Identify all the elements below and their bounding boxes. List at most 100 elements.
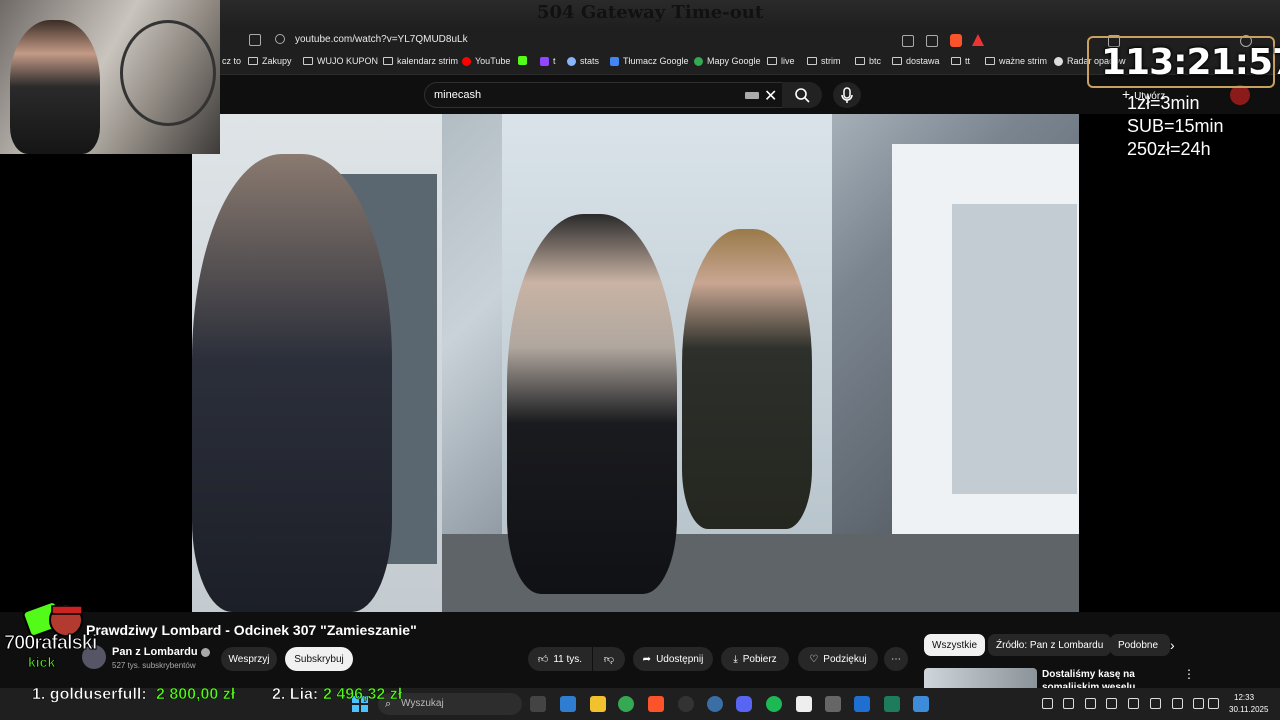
folder-icon xyxy=(767,57,777,65)
error-page-title: 504 Gateway Time-out xyxy=(537,2,764,23)
keyboard-icon[interactable] xyxy=(745,92,759,99)
bluetooth-icon[interactable] xyxy=(1085,698,1096,709)
voice-search-button[interactable] xyxy=(833,82,861,108)
bookmark-item[interactable]: t xyxy=(540,56,556,66)
recommendation-title[interactable]: Dostaliśmy kasę na somalijskim weselu xyxy=(1042,668,1182,688)
folder-icon xyxy=(807,57,817,65)
network-icon[interactable] xyxy=(1193,698,1204,709)
bookmark-icon[interactable] xyxy=(249,34,261,46)
task-view-icon[interactable] xyxy=(530,696,546,712)
verified-icon xyxy=(200,647,210,657)
chip-all[interactable]: Wszystkie xyxy=(924,634,985,656)
chip-similar[interactable]: Podobne xyxy=(1110,634,1170,656)
bookmark-item[interactable]: Mapy Google xyxy=(694,56,761,66)
app-icon[interactable] xyxy=(884,696,900,712)
microphone-icon xyxy=(841,87,853,103)
bookmark-item[interactable]: Zakupy xyxy=(248,56,292,66)
webcam-bike-wheel xyxy=(120,20,216,126)
twitch-icon xyxy=(540,56,549,66)
bookmark-item[interactable]: YouTube xyxy=(462,56,510,66)
notepad-icon[interactable] xyxy=(913,696,929,712)
download-icon: ⤓ xyxy=(733,653,738,665)
calculator-icon[interactable] xyxy=(825,696,841,712)
timer-rule: 250zł=24h xyxy=(1127,139,1211,159)
url-text[interactable]: youtube.com/watch?v=YL7QMUD8uLk xyxy=(295,34,468,45)
tray-icon[interactable] xyxy=(1106,698,1117,709)
file-explorer-icon[interactable] xyxy=(590,696,606,712)
video-letterbox-right xyxy=(1079,114,1280,612)
bookmark-item[interactable]: strim xyxy=(807,56,841,66)
site-info-icon[interactable] xyxy=(275,34,285,44)
microphone-icon[interactable] xyxy=(1172,698,1183,709)
subscribe-button[interactable]: Subskrybuj xyxy=(285,647,353,671)
share-arrow-icon: ➦ xyxy=(642,653,652,665)
stats-icon xyxy=(567,56,576,66)
bookmark-item[interactable] xyxy=(518,56,531,65)
video-person-left xyxy=(192,154,392,612)
bookmark-item[interactable]: kalendarz strim xyxy=(383,56,458,66)
tray-icon[interactable] xyxy=(1150,698,1161,709)
heart-dollar-icon: ♡ xyxy=(809,653,819,665)
obs-icon[interactable] xyxy=(678,696,694,712)
app-icon[interactable] xyxy=(707,696,723,712)
volume-icon[interactable] xyxy=(1208,698,1219,709)
discord-icon[interactable] xyxy=(736,696,752,712)
video-person-center xyxy=(507,214,677,594)
bookmark-item[interactable]: live xyxy=(767,56,795,66)
tray-icon[interactable] xyxy=(1042,698,1053,709)
subathon-timer: 113:21:57 xyxy=(1101,42,1280,83)
bookmark-item[interactable]: ważne strim xyxy=(985,56,1047,66)
video-player[interactable] xyxy=(192,114,1079,612)
top-donor-name: 1. golduserfull: xyxy=(32,686,147,704)
share-icon[interactable] xyxy=(926,35,938,47)
timer-rule: 1zł=3min xyxy=(1127,93,1200,113)
kick-icon xyxy=(518,56,527,65)
taskbar-date[interactable]: 30.11.2025 xyxy=(1229,705,1268,714)
bookmark-item[interactable]: WUJO KUPON xyxy=(303,56,378,66)
app-icon[interactable] xyxy=(854,696,870,712)
folder-icon xyxy=(248,57,258,65)
download-button[interactable]: ⤓ Pobierz xyxy=(721,647,789,671)
spotify-icon[interactable] xyxy=(766,696,782,712)
chip-source[interactable]: Źródło: Pan z Lombardu xyxy=(988,634,1112,656)
kick-platform-label: kick xyxy=(28,654,56,671)
webcam-feed xyxy=(0,0,220,154)
timer-rule: SUB=15min xyxy=(1127,116,1224,136)
more-actions-button[interactable]: ⋯ xyxy=(884,647,908,671)
dislike-button[interactable]: 👎︎ xyxy=(593,647,625,671)
taskbar-time[interactable]: 12:33 xyxy=(1234,693,1254,702)
bookmark-item[interactable]: dostawa xyxy=(892,56,940,66)
top-donor-amount: 2 496,32 zł xyxy=(323,686,403,704)
chevron-right-icon[interactable]: › xyxy=(1170,637,1175,653)
more-vertical-icon[interactable]: ⋮ xyxy=(1183,667,1195,681)
chrome-icon[interactable] xyxy=(618,696,634,712)
webcam-streamer xyxy=(10,20,100,154)
tray-icon[interactable] xyxy=(1063,698,1074,709)
thanks-button[interactable]: ♡ Podziękuj xyxy=(798,647,878,671)
bookmark-item[interactable]: stats xyxy=(567,56,599,66)
kick-channel-name: 700rafalski xyxy=(3,632,97,655)
avatar[interactable] xyxy=(1230,85,1250,105)
top-donor-amount: 2 800,00 zł xyxy=(156,686,236,704)
cast-icon[interactable] xyxy=(902,35,914,47)
bookmark-item[interactable]: btc xyxy=(855,56,881,66)
channel-name[interactable]: Pan z Lombardu xyxy=(112,646,210,658)
share-button[interactable]: ➦ Udostępnij xyxy=(633,647,713,671)
app-icon[interactable] xyxy=(796,696,812,712)
bookmark-item[interactable]: Tłumacz Google xyxy=(610,56,689,66)
clear-search-icon[interactable]: ✕ xyxy=(764,86,777,106)
taskbar-search-placeholder[interactable]: Wyszukaj xyxy=(401,698,444,709)
search-button[interactable] xyxy=(782,82,822,108)
brave-icon[interactable] xyxy=(648,696,664,712)
bookmark-item[interactable]: tt xyxy=(951,56,970,66)
tray-icon[interactable] xyxy=(1128,698,1139,709)
recommendation-thumbnail[interactable] xyxy=(924,668,1037,688)
like-button[interactable]: 👍︎ 11 tys. xyxy=(528,647,592,671)
bookmark-item[interactable]: cz to xyxy=(222,56,241,66)
folder-icon xyxy=(303,57,313,65)
video-person-right xyxy=(682,229,812,529)
support-button[interactable]: Wesprzyj xyxy=(221,647,277,671)
widgets-icon[interactable] xyxy=(560,696,576,712)
search-query[interactable]: minecash xyxy=(434,89,481,101)
brave-shield-icon[interactable] xyxy=(950,34,962,47)
